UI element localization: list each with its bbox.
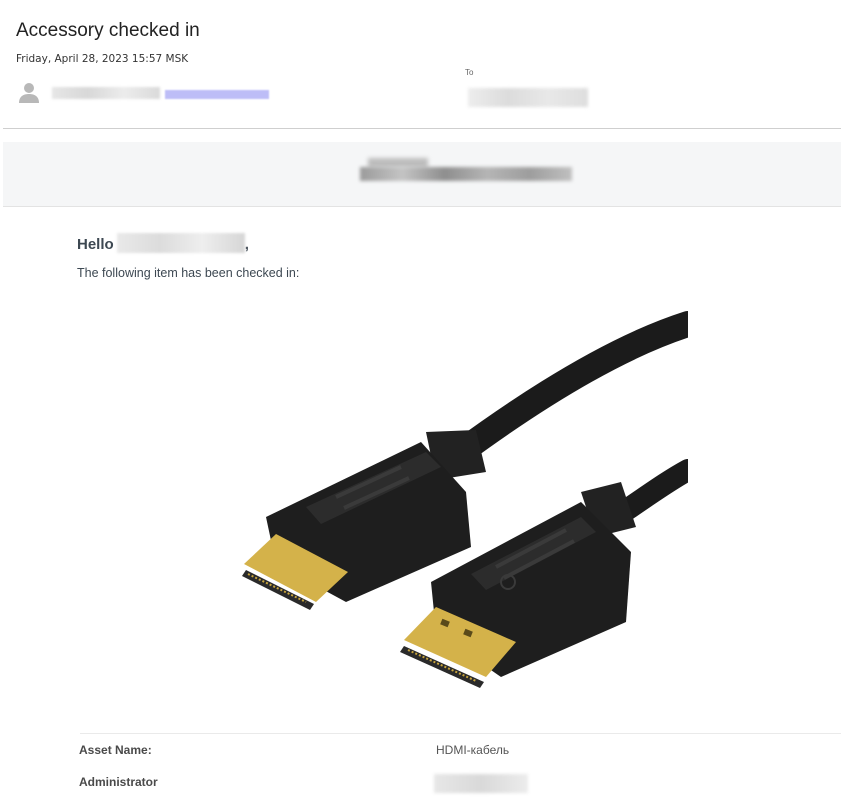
recipient-name-redacted — [116, 233, 245, 253]
company-logo-redacted — [360, 158, 572, 182]
recipient-redacted — [468, 88, 588, 107]
sender-name-redacted — [52, 87, 160, 99]
details-divider — [80, 733, 841, 734]
asset-name-label: Asset Name: — [79, 743, 152, 757]
email-banner — [3, 142, 841, 207]
greeting-punctuation: , — [244, 236, 249, 253]
asset-name-value: HDMI-кабель — [436, 743, 510, 757]
hdmi-cable-image — [242, 311, 688, 688]
greeting: Hello, — [77, 233, 249, 253]
administrator-value-redacted — [434, 774, 528, 793]
email-subject: Accessory checked in — [16, 20, 200, 41]
administrator-label: Administrator — [79, 775, 158, 789]
greeting-text: Hello — [77, 236, 114, 253]
intro-text: The following item has been checked in: — [77, 266, 300, 280]
header-divider — [3, 128, 841, 129]
sender-email-redacted[interactable] — [165, 90, 269, 99]
email-date: Friday, April 28, 2023 15:57 MSK — [16, 53, 189, 65]
to-label: To — [465, 68, 474, 77]
person-icon — [19, 83, 39, 103]
